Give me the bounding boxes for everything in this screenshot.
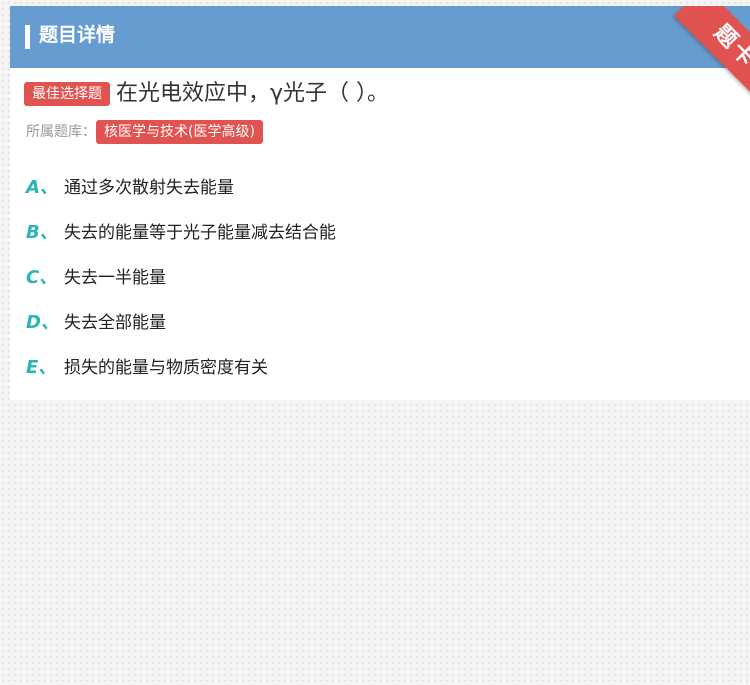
- page-title: 题目详情: [39, 24, 116, 46]
- option-text: 通过多次散射失去能量: [64, 178, 234, 198]
- card-header: 题目详情: [10, 6, 750, 68]
- question-card: 题目详情 题卡 最佳选择题 在光电效应中，γ光子（ ）。 所属题库： 核医学与技术(…: [10, 6, 750, 400]
- option-text: 失去的能量等于光子能量减去结合能: [64, 223, 336, 243]
- option-a[interactable]: A、 通过多次散射失去能量: [26, 172, 726, 217]
- option-b[interactable]: B、 失去的能量等于光子能量减去结合能: [26, 217, 726, 262]
- option-letter: E、: [26, 357, 57, 378]
- question-bank-label: 所属题库：: [26, 124, 96, 140]
- answer-options: A、 通过多次散射失去能量 B、 失去的能量等于光子能量减去结合能 C、 失去一…: [26, 172, 726, 397]
- option-d[interactable]: D、 失去全部能量: [26, 307, 726, 352]
- ribbon-label[interactable]: 题卡: [674, 6, 750, 102]
- question-row: 最佳选择题 在光电效应中，γ光子（ ）。: [24, 78, 389, 110]
- option-text: 损失的能量与物质密度有关: [64, 358, 268, 378]
- question-bank-row: 所属题库： 核医学与技术(医学高级): [26, 120, 263, 144]
- option-c[interactable]: C、 失去一半能量: [26, 262, 726, 307]
- question-card-ribbon[interactable]: 题卡: [654, 6, 750, 102]
- option-letter: B、: [26, 222, 58, 243]
- option-letter: C、: [26, 267, 58, 288]
- option-text: 失去一半能量: [64, 268, 166, 288]
- question-type-badge: 最佳选择题: [24, 82, 110, 106]
- question-text: 在光电效应中，γ光子（ ）。: [116, 81, 390, 106]
- question-bank-link[interactable]: 核医学与技术(医学高级): [96, 120, 263, 144]
- header-accent-bar: [25, 25, 30, 49]
- option-text: 失去全部能量: [64, 313, 166, 333]
- option-e[interactable]: E、 损失的能量与物质密度有关: [26, 352, 726, 397]
- option-letter: D、: [26, 312, 59, 333]
- option-letter: A、: [26, 177, 58, 198]
